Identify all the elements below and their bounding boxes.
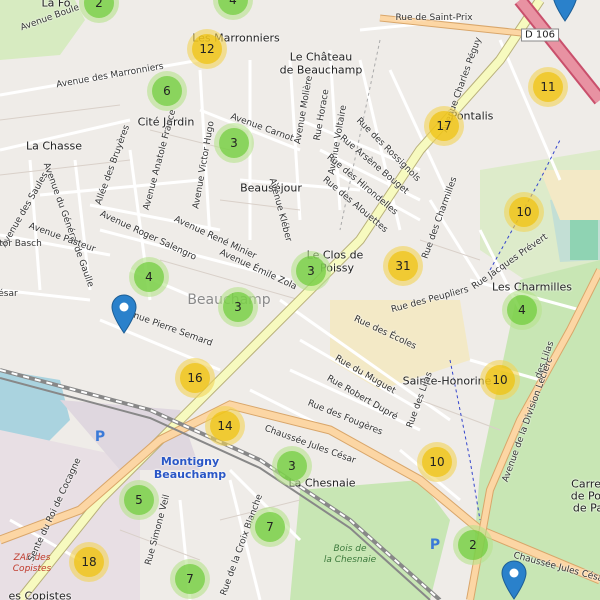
cluster-marker[interactable]: 18 bbox=[69, 542, 109, 582]
cluster-marker[interactable]: 7 bbox=[170, 559, 210, 599]
map-canvas[interactable]: Les Marronniers Le Château de Beauchamp … bbox=[0, 0, 600, 600]
street-label: Rue de Saint-Prix bbox=[395, 13, 473, 23]
cluster-count: 7 bbox=[255, 512, 285, 542]
cluster-count: 14 bbox=[210, 411, 240, 441]
place-label: La Chasse bbox=[26, 139, 82, 153]
place-label: Les Charmilles bbox=[491, 280, 573, 294]
cluster-marker[interactable]: 17 bbox=[424, 106, 464, 146]
cluster-count: 2 bbox=[84, 0, 114, 18]
cluster-count: 4 bbox=[218, 0, 248, 15]
cluster-count: 10 bbox=[422, 447, 452, 477]
cluster-count: 3 bbox=[219, 128, 249, 158]
station-label-line: Beauchamp bbox=[153, 468, 227, 481]
wood-label-line: la Chesnaie bbox=[323, 555, 377, 565]
place-label: de Beauchamp bbox=[279, 63, 363, 77]
cluster-count: 3 bbox=[223, 292, 253, 322]
station-label: Montigny Beauchamp bbox=[154, 455, 226, 481]
map-pin-icon[interactable] bbox=[501, 560, 527, 600]
cluster-count: 10 bbox=[509, 197, 539, 227]
place-label: Le Château bbox=[289, 50, 353, 64]
cluster-marker[interactable]: 16 bbox=[175, 358, 215, 398]
cluster-marker[interactable]: 4 bbox=[502, 290, 542, 330]
parking-icon: P bbox=[429, 537, 441, 553]
cluster-count: 18 bbox=[74, 547, 104, 577]
cluster-marker[interactable]: 11 bbox=[528, 67, 568, 107]
cluster-count: 10 bbox=[485, 365, 515, 395]
cluster-count: 2 bbox=[458, 530, 488, 560]
wood-label-line: Bois de bbox=[333, 544, 367, 554]
cluster-marker[interactable]: 2 bbox=[453, 525, 493, 565]
place-label: es Copistes bbox=[8, 589, 72, 600]
cluster-count: 5 bbox=[124, 485, 154, 515]
cluster-count: 7 bbox=[175, 564, 205, 594]
map-pin-icon[interactable] bbox=[111, 294, 137, 334]
cluster-marker[interactable]: 5 bbox=[119, 480, 159, 520]
cluster-count: 17 bbox=[429, 111, 459, 141]
cluster-count: 12 bbox=[192, 34, 222, 64]
cluster-marker[interactable]: 31 bbox=[383, 246, 423, 286]
cluster-marker[interactable]: 3 bbox=[272, 446, 312, 486]
parking-icon: P bbox=[94, 429, 106, 445]
cluster-marker[interactable]: 6 bbox=[147, 71, 187, 111]
cluster-count: 3 bbox=[277, 451, 307, 481]
cluster-marker[interactable]: 14 bbox=[205, 406, 245, 446]
place-label: de Pa bbox=[572, 501, 600, 515]
cluster-marker[interactable]: 4 bbox=[129, 257, 169, 297]
zae-label-line: Copistes bbox=[12, 564, 52, 574]
cluster-count: 6 bbox=[152, 76, 182, 106]
cluster-marker[interactable]: 3 bbox=[218, 287, 258, 327]
cluster-marker[interactable]: 10 bbox=[480, 360, 520, 400]
cluster-marker[interactable]: 10 bbox=[504, 192, 544, 232]
cluster-marker[interactable]: 12 bbox=[187, 29, 227, 69]
cluster-count: 3 bbox=[296, 256, 326, 286]
map-pin-icon[interactable] bbox=[552, 0, 578, 22]
cluster-count: 16 bbox=[180, 363, 210, 393]
cluster-count: 11 bbox=[533, 72, 563, 102]
wood-label: Bois de la Chesnaie bbox=[324, 544, 376, 566]
place-label: Sainte-Honorine bbox=[402, 374, 492, 388]
street-label: ctor Basch bbox=[0, 239, 42, 249]
cluster-marker[interactable]: 3 bbox=[291, 251, 331, 291]
cluster-count: 4 bbox=[134, 262, 164, 292]
cluster-count: 4 bbox=[507, 295, 537, 325]
cluster-marker[interactable]: 3 bbox=[214, 123, 254, 163]
cluster-marker[interactable]: 7 bbox=[250, 507, 290, 547]
station-label-line: Montigny bbox=[160, 455, 220, 468]
cluster-count: 31 bbox=[388, 251, 418, 281]
road-shield: D 106 bbox=[521, 28, 559, 42]
cluster-marker[interactable]: 10 bbox=[417, 442, 457, 482]
street-label: ésar bbox=[0, 289, 18, 299]
